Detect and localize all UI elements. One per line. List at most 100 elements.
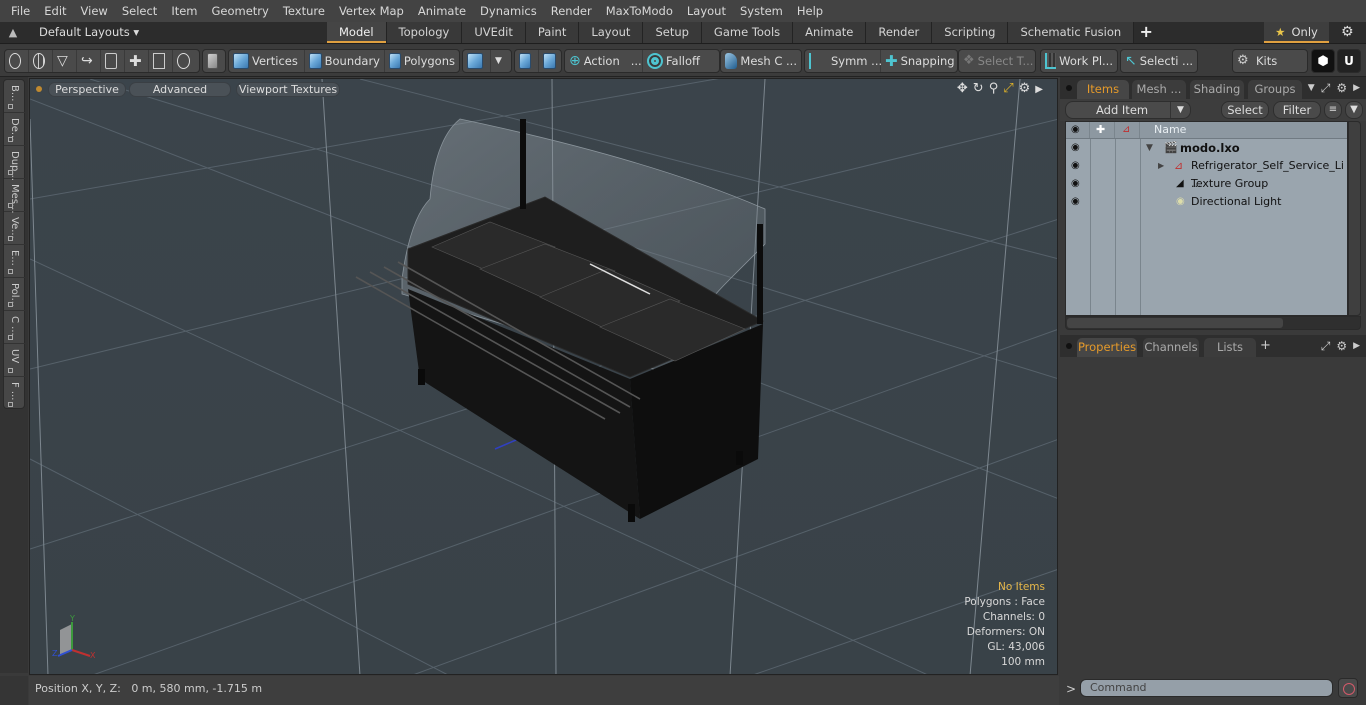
- left-tab-uv[interactable]: UV: [4, 344, 25, 377]
- globe-button[interactable]: [29, 50, 53, 72]
- tabs-dropdown-icon[interactable]: ▼: [1308, 81, 1315, 96]
- tab-shading[interactable]: Shading: [1190, 80, 1244, 99]
- left-tab-mesh-edit[interactable]: Mes...: [4, 179, 25, 214]
- properties-menu-dot[interactable]: [1066, 343, 1072, 349]
- snapping-button[interactable]: ✚ Snapping: [881, 50, 957, 72]
- tab-animate[interactable]: Animate: [793, 22, 867, 43]
- properties-gear-icon[interactable]: ⚙: [1336, 339, 1347, 354]
- tab-schematic-fusion[interactable]: Schematic Fusion: [1008, 22, 1135, 43]
- action-center-button[interactable]: ⊕ Action ...: [565, 50, 643, 72]
- left-tab-edge[interactable]: E...: [4, 245, 25, 278]
- pen-tool-button[interactable]: ▽: [53, 50, 77, 72]
- tree-row-texture-group[interactable]: ◉ ◢ Texture Group: [1066, 175, 1347, 193]
- tab-render[interactable]: Render: [866, 22, 933, 43]
- filter-button[interactable]: Filter: [1273, 101, 1321, 119]
- tab-mesh[interactable]: Mesh ...: [1132, 80, 1186, 99]
- polygons-button[interactable]: Polygons: [385, 50, 459, 72]
- select-button[interactable]: Select: [1221, 101, 1269, 119]
- properties-pop-out-icon[interactable]: ⤢: [1321, 339, 1331, 354]
- item-mode-button[interactable]: [203, 50, 225, 72]
- pan-icon[interactable]: ✥: [957, 81, 968, 98]
- tree-row-light[interactable]: ◉ ◉ Directional Light: [1066, 193, 1347, 211]
- timer-button[interactable]: [173, 50, 197, 72]
- local-axis-button[interactable]: [539, 50, 563, 72]
- rotate-icon[interactable]: ↻: [973, 81, 984, 98]
- material-dropdown[interactable]: ▼: [491, 50, 511, 72]
- lock-column[interactable]: ✚: [1090, 122, 1115, 138]
- viewport-menu-dot[interactable]: [36, 86, 42, 92]
- menu-dynamics[interactable]: Dynamics: [473, 0, 544, 22]
- left-tab-basic[interactable]: B...: [4, 80, 25, 113]
- tab-setup[interactable]: Setup: [643, 22, 702, 43]
- menu-file[interactable]: File: [4, 0, 37, 22]
- filter-funnel-button[interactable]: ▼: [1345, 101, 1363, 119]
- collapse-up-icon[interactable]: ▲: [6, 26, 20, 40]
- add-panel-tab-button[interactable]: +: [1260, 338, 1271, 353]
- shading-mode-button[interactable]: Advanced: [129, 82, 231, 97]
- unreal-button[interactable]: U: [1338, 50, 1360, 72]
- record-macro-button[interactable]: [1338, 678, 1358, 698]
- tab-scripting[interactable]: Scripting: [932, 22, 1009, 43]
- collapse-triangle-icon[interactable]: ▼: [1146, 139, 1153, 157]
- eye-icon[interactable]: ◉: [1071, 193, 1080, 211]
- menu-help[interactable]: Help: [790, 0, 830, 22]
- tab-layout[interactable]: Layout: [579, 22, 644, 43]
- tab-items[interactable]: Items: [1077, 80, 1129, 99]
- items-expand-icon[interactable]: ▶: [1353, 81, 1360, 96]
- tab-channels[interactable]: Channels: [1143, 338, 1199, 357]
- left-tab-vertex[interactable]: Ve...: [4, 212, 25, 245]
- work-plane-button[interactable]: Work Pl...: [1041, 50, 1117, 72]
- items-gear-icon[interactable]: ⚙: [1336, 81, 1347, 96]
- unity-button[interactable]: ⬢: [1312, 50, 1334, 72]
- gear-icon[interactable]: ⚙: [1341, 24, 1354, 40]
- viewport-textures-button[interactable]: Viewport Textures: [236, 82, 340, 97]
- expand-triangle-icon[interactable]: ▶: [1158, 157, 1164, 175]
- maximize-icon[interactable]: ⤢: [1003, 81, 1013, 98]
- menu-animate[interactable]: Animate: [411, 0, 473, 22]
- tab-topology[interactable]: Topology: [386, 22, 463, 43]
- zoom-icon[interactable]: ⚲: [989, 81, 999, 98]
- left-tab-fusion[interactable]: F ...: [4, 377, 25, 410]
- menu-render[interactable]: Render: [544, 0, 599, 22]
- menu-item[interactable]: Item: [164, 0, 204, 22]
- deform-column[interactable]: ⊿: [1115, 122, 1140, 138]
- items-panel-menu-dot[interactable]: [1066, 85, 1072, 91]
- tab-properties[interactable]: Properties: [1077, 338, 1137, 357]
- material-mode-button[interactable]: [463, 50, 491, 72]
- tab-uvedit[interactable]: UVEdit: [462, 22, 526, 43]
- viewport-gear-icon[interactable]: ⚙: [1019, 81, 1031, 98]
- vertices-button[interactable]: Vertices: [229, 50, 305, 72]
- tab-model[interactable]: Model: [327, 22, 387, 43]
- uv-unwrap-button[interactable]: ✚: [125, 50, 149, 72]
- menu-geometry[interactable]: Geometry: [205, 0, 276, 22]
- list-options-button[interactable]: ≡: [1324, 101, 1342, 119]
- tab-game-tools[interactable]: Game Tools: [701, 22, 794, 43]
- add-item-button[interactable]: Add Item ▼: [1065, 101, 1191, 119]
- symmetry-button[interactable]: Symm ...: [805, 50, 882, 72]
- left-tab-duplicate[interactable]: Dup...: [4, 146, 25, 181]
- eye-icon[interactable]: ◉: [1071, 175, 1080, 193]
- only-toggle[interactable]: ★ Only: [1264, 22, 1329, 43]
- left-tab-polygon[interactable]: Pol...: [4, 278, 25, 311]
- tab-lists[interactable]: Lists: [1204, 338, 1256, 357]
- mesh-constraints-button[interactable]: Mesh C ...: [721, 50, 801, 72]
- pop-out-icon[interactable]: ⤢: [1321, 81, 1331, 96]
- command-input[interactable]: Command: [1080, 679, 1333, 697]
- selection-sets-button[interactable]: ↖ Selecti ...: [1121, 50, 1197, 72]
- menu-maxtomodo[interactable]: MaxToModo: [599, 0, 680, 22]
- expand-arrow-icon[interactable]: ▶: [1035, 81, 1043, 98]
- name-column-header[interactable]: Name: [1154, 122, 1186, 138]
- tree-vertical-scrollbar[interactable]: [1348, 121, 1361, 316]
- select-through-button[interactable]: ❖ Select T...: [959, 50, 1035, 72]
- frame-button[interactable]: [149, 50, 173, 72]
- tree-row-mesh[interactable]: ◉ ▶ ⊿ Refrigerator_Self_Service_Li ...: [1066, 157, 1347, 190]
- default-layouts-dropdown[interactable]: Default Layouts ▾: [39, 22, 139, 43]
- path-tool-button[interactable]: ↪: [77, 50, 101, 72]
- menu-select[interactable]: Select: [115, 0, 164, 22]
- add-item-dropdown-icon[interactable]: ▼: [1170, 102, 1190, 118]
- menu-layout[interactable]: Layout: [680, 0, 733, 22]
- selection-circle-button[interactable]: [5, 50, 29, 72]
- add-tab-button[interactable]: +: [1134, 22, 1158, 44]
- align-button[interactable]: [101, 50, 125, 72]
- menu-edit[interactable]: Edit: [37, 0, 73, 22]
